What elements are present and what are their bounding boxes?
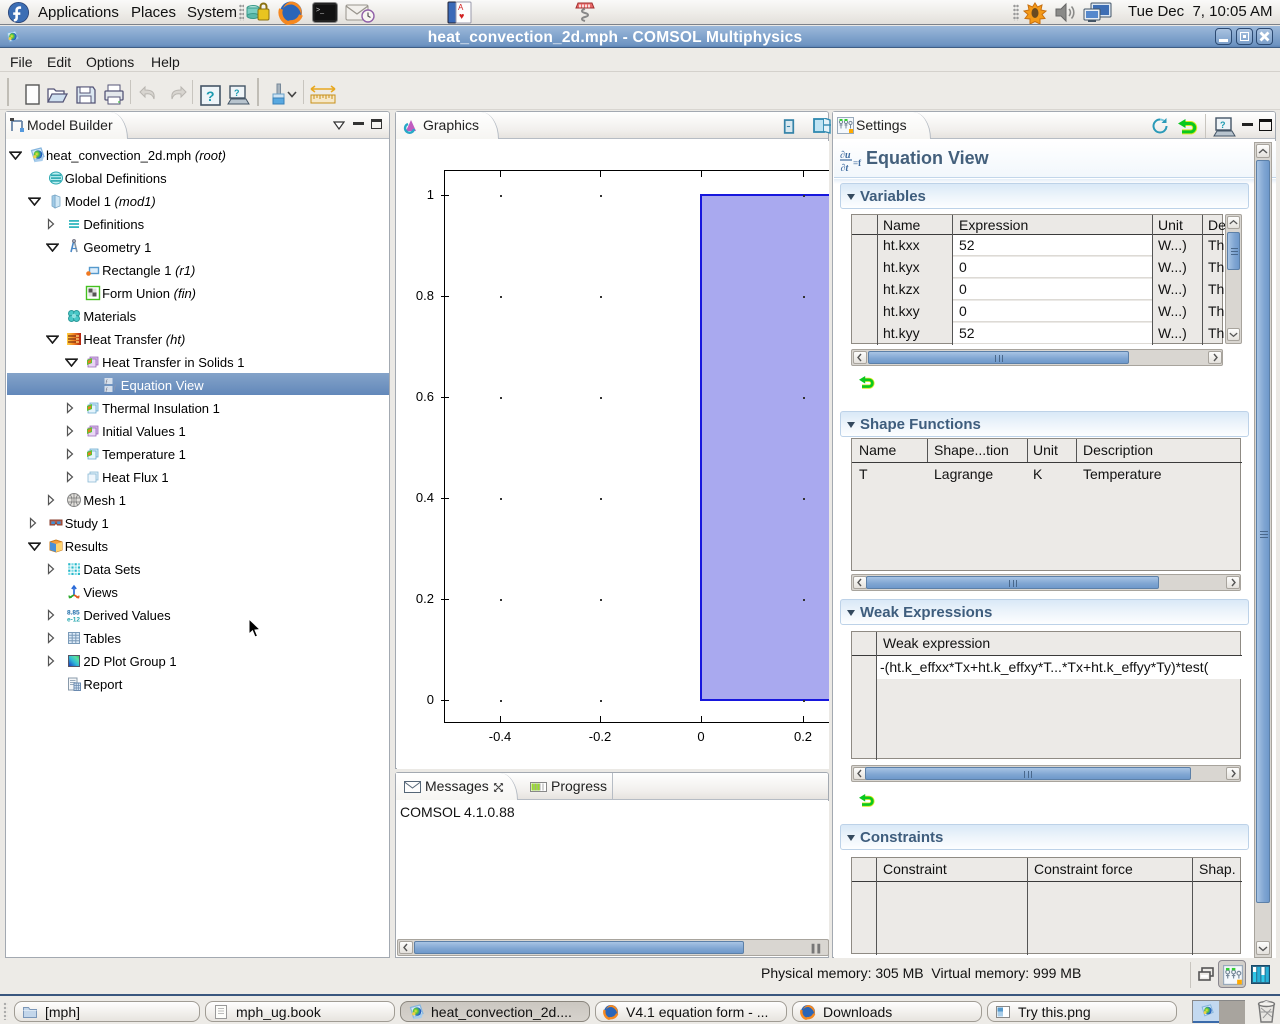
svg-text:∂u: ∂u	[840, 150, 851, 161]
svg-text:e-12: e-12	[67, 617, 80, 624]
svg-text:ƒ: ƒ	[105, 380, 108, 386]
svg-text:?: ?	[234, 88, 240, 98]
svg-text:f: f	[114, 384, 117, 391]
svg-text:8.85: 8.85	[67, 610, 80, 617]
svg-text:?: ?	[206, 88, 215, 104]
svg-text:∂t: ∂t	[841, 163, 850, 172]
svg-text:ƒ: ƒ	[105, 388, 108, 394]
svg-text:♥: ♥	[459, 11, 464, 21]
svg-text:?: ?	[1220, 120, 1226, 130]
svg-text:=f: =f	[853, 158, 862, 168]
svg-text:>_: >_	[316, 7, 324, 14]
